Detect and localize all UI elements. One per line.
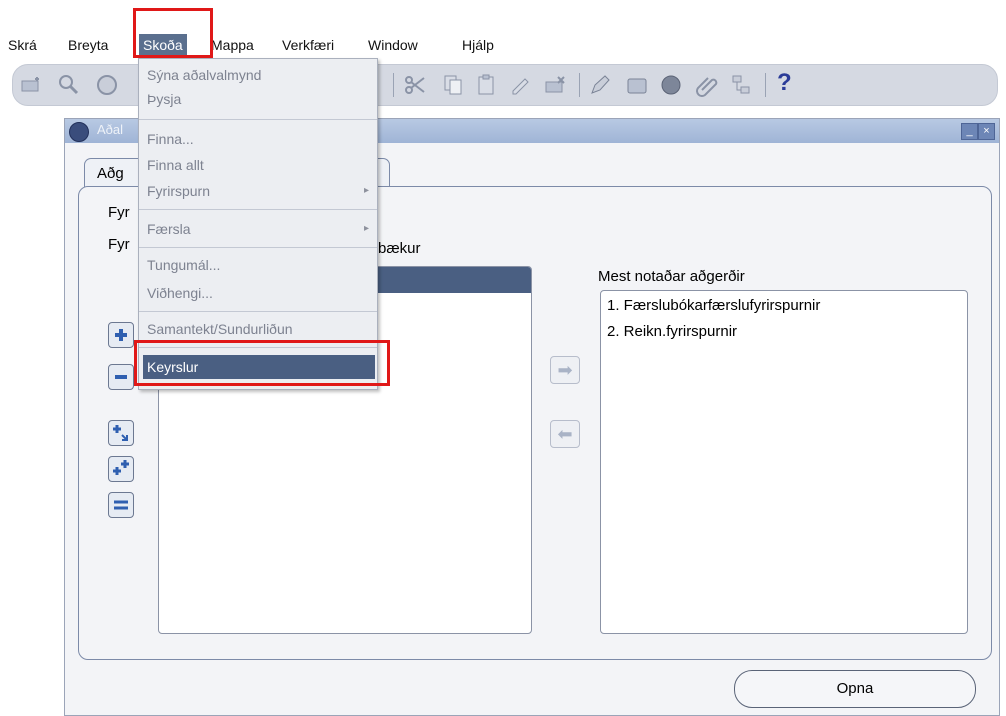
submenu-arrow-icon: ▸ [363,223,369,234]
copy-icon[interactable] [441,73,465,97]
pen-icon[interactable] [589,73,613,97]
navigate-icon[interactable] [95,73,119,97]
minus-icon [115,375,127,379]
menu-item-find[interactable]: Finna... [147,131,194,147]
expand-button[interactable] [108,322,134,348]
collapse-all-icon [114,500,128,510]
submenu-arrow-icon: ▸ [363,185,369,196]
menu-folder[interactable]: Mappa [211,34,254,56]
globe-icon[interactable] [659,73,683,97]
menu-item-show-main-menu[interactable]: Sýna aðalvalmynd [147,67,261,83]
edit-icon[interactable] [509,73,533,97]
tab-label: Aðg [97,165,124,182]
label-function: Fyr [108,204,130,221]
menu-window[interactable]: Window [368,34,418,56]
menu-separator [139,119,377,120]
collapse-button[interactable] [108,364,134,390]
find-icon[interactable] [57,73,81,97]
clear-icon[interactable] [543,73,567,97]
most-used-title: Mest notaðar aðgerðir [598,268,745,285]
toolbar-separator [393,73,394,97]
menu-tools[interactable]: Verkfæri [282,34,334,56]
plus-icon [115,329,127,341]
folder-icon[interactable] [625,73,649,97]
hierarchy-icon[interactable] [729,73,753,97]
list-item[interactable]: 1. Færslubókarfærslufyrirspurnir [607,297,820,314]
add-to-list-button[interactable]: ➡ [550,356,580,384]
expand-branch-button[interactable] [108,420,134,446]
most-used-list[interactable]: 1. Færslubókarfærslufyrirspurnir 2. Reik… [600,290,968,634]
label-books: bækur [378,240,421,257]
expand-all-icon [113,460,129,475]
menu-separator [139,311,377,312]
list-item[interactable]: 2. Reikn.fyrirspurnir [607,323,737,340]
collapse-all-button[interactable] [108,492,134,518]
menu-item-summary-detail[interactable]: Samantekt/Sundurliðun [147,321,293,337]
paste-icon[interactable] [475,73,499,97]
highlight-box-menu [133,8,213,58]
help-icon[interactable]: ? [777,69,792,97]
window-title: Aðal [97,122,124,137]
remove-from-list-button[interactable]: ⬅ [550,420,580,448]
menu-file[interactable]: Skrá [8,34,37,56]
expand-all-button[interactable] [108,456,134,482]
expand-branch-icon [113,425,128,441]
arrow-right-icon: ➡ [557,360,573,380]
highlight-box-requests [134,340,390,386]
new-record-icon[interactable] [19,73,43,97]
open-button[interactable]: Opna [734,670,976,708]
cut-icon[interactable] [403,73,427,97]
menu-item-find-all[interactable]: Finna allt [147,157,204,173]
menu-item-attachments[interactable]: Viðhengi... [147,285,213,301]
menu-item-language[interactable]: Tungumál... [147,257,220,273]
toolbar-separator [765,73,766,97]
menu-help[interactable]: Hjálp [462,34,494,56]
menu-separator [139,209,377,210]
menu-item-query[interactable]: Fyrirspurn [147,183,210,199]
close-icon[interactable]: × [978,123,995,140]
app-logo-icon [69,122,89,142]
menu-edit[interactable]: Breyta [68,34,108,56]
menu-item-zoom[interactable]: Þysja [147,91,181,107]
minimize-icon[interactable]: _ [961,123,978,140]
toolbar-separator [579,73,580,97]
arrow-left-icon: ⬅ [557,424,573,444]
menu-separator [139,247,377,248]
label-function-2: Fyr [108,236,130,253]
attachment-icon[interactable] [695,73,719,97]
menu-item-record[interactable]: Færsla [147,221,191,237]
